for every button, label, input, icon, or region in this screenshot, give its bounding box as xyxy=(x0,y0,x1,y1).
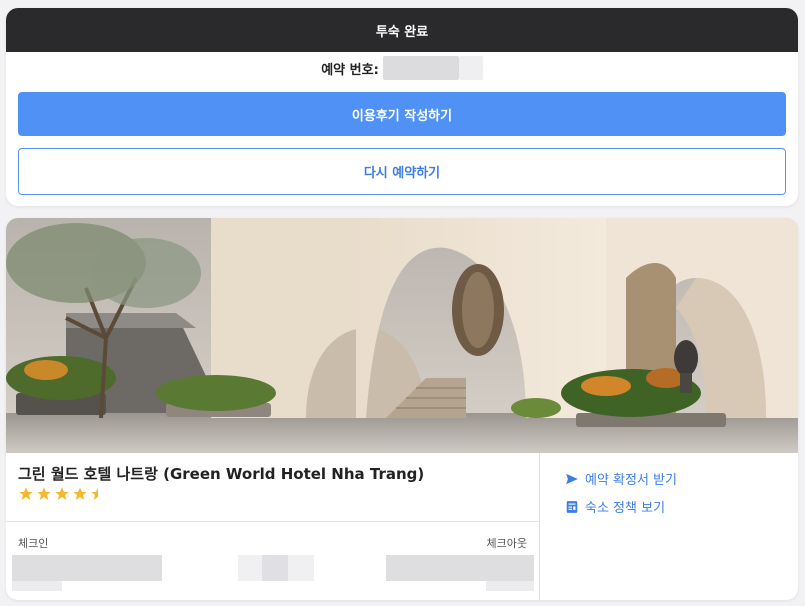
booking-number-row: 예약 번호: xyxy=(6,52,798,84)
write-review-button[interactable]: 이용후기 작성하기 xyxy=(18,92,786,136)
star-icon xyxy=(19,487,33,500)
get-confirmation-link[interactable]: 예약 확정서 받기 xyxy=(565,469,677,488)
view-policy-label: 숙소 정책 보기 xyxy=(585,501,666,516)
checkin-time-redacted xyxy=(12,581,62,591)
checkin-label: 체크인 xyxy=(18,537,49,550)
hotel-name[interactable]: 그린 월드 호텔 나트랑 (Green World Hotel Nha Tran… xyxy=(18,463,424,484)
booking-status-card: 투숙 완료 예약 번호: 이용후기 작성하기 다시 예약하기 xyxy=(6,8,798,206)
star-icon xyxy=(55,487,69,500)
document-icon xyxy=(566,500,578,513)
hotel-actions: 예약 확정서 받기 숙소 정책 보기 xyxy=(540,453,798,600)
status-title: 투숙 완료 xyxy=(375,24,429,40)
star-icon xyxy=(37,487,51,500)
status-header: 투숙 완료 xyxy=(6,8,798,52)
booking-number-redacted-tail xyxy=(458,56,483,80)
checkout-date-redacted xyxy=(386,555,534,581)
send-icon xyxy=(566,473,578,484)
nights-redacted-inner xyxy=(262,555,288,581)
half-star-icon xyxy=(91,487,98,500)
booking-number-redacted xyxy=(382,56,459,80)
get-confirmation-label: 예약 확정서 받기 xyxy=(585,473,677,488)
hotel-photo xyxy=(6,218,798,453)
checkout-label: 체크아웃 xyxy=(486,537,527,550)
rebook-button[interactable]: 다시 예약하기 xyxy=(18,148,786,195)
view-policy-link[interactable]: 숙소 정책 보기 xyxy=(565,497,665,516)
hotel-card: 그린 월드 호텔 나트랑 (Green World Hotel Nha Tran… xyxy=(6,218,798,600)
star-icon xyxy=(73,487,87,500)
checkout-time-redacted xyxy=(486,581,534,591)
star-rating xyxy=(18,486,106,502)
booking-number-label: 예약 번호: xyxy=(321,62,379,78)
divider xyxy=(6,521,540,522)
hotel-info: 그린 월드 호텔 나트랑 (Green World Hotel Nha Tran… xyxy=(6,453,540,600)
checkin-date-redacted xyxy=(12,555,162,581)
